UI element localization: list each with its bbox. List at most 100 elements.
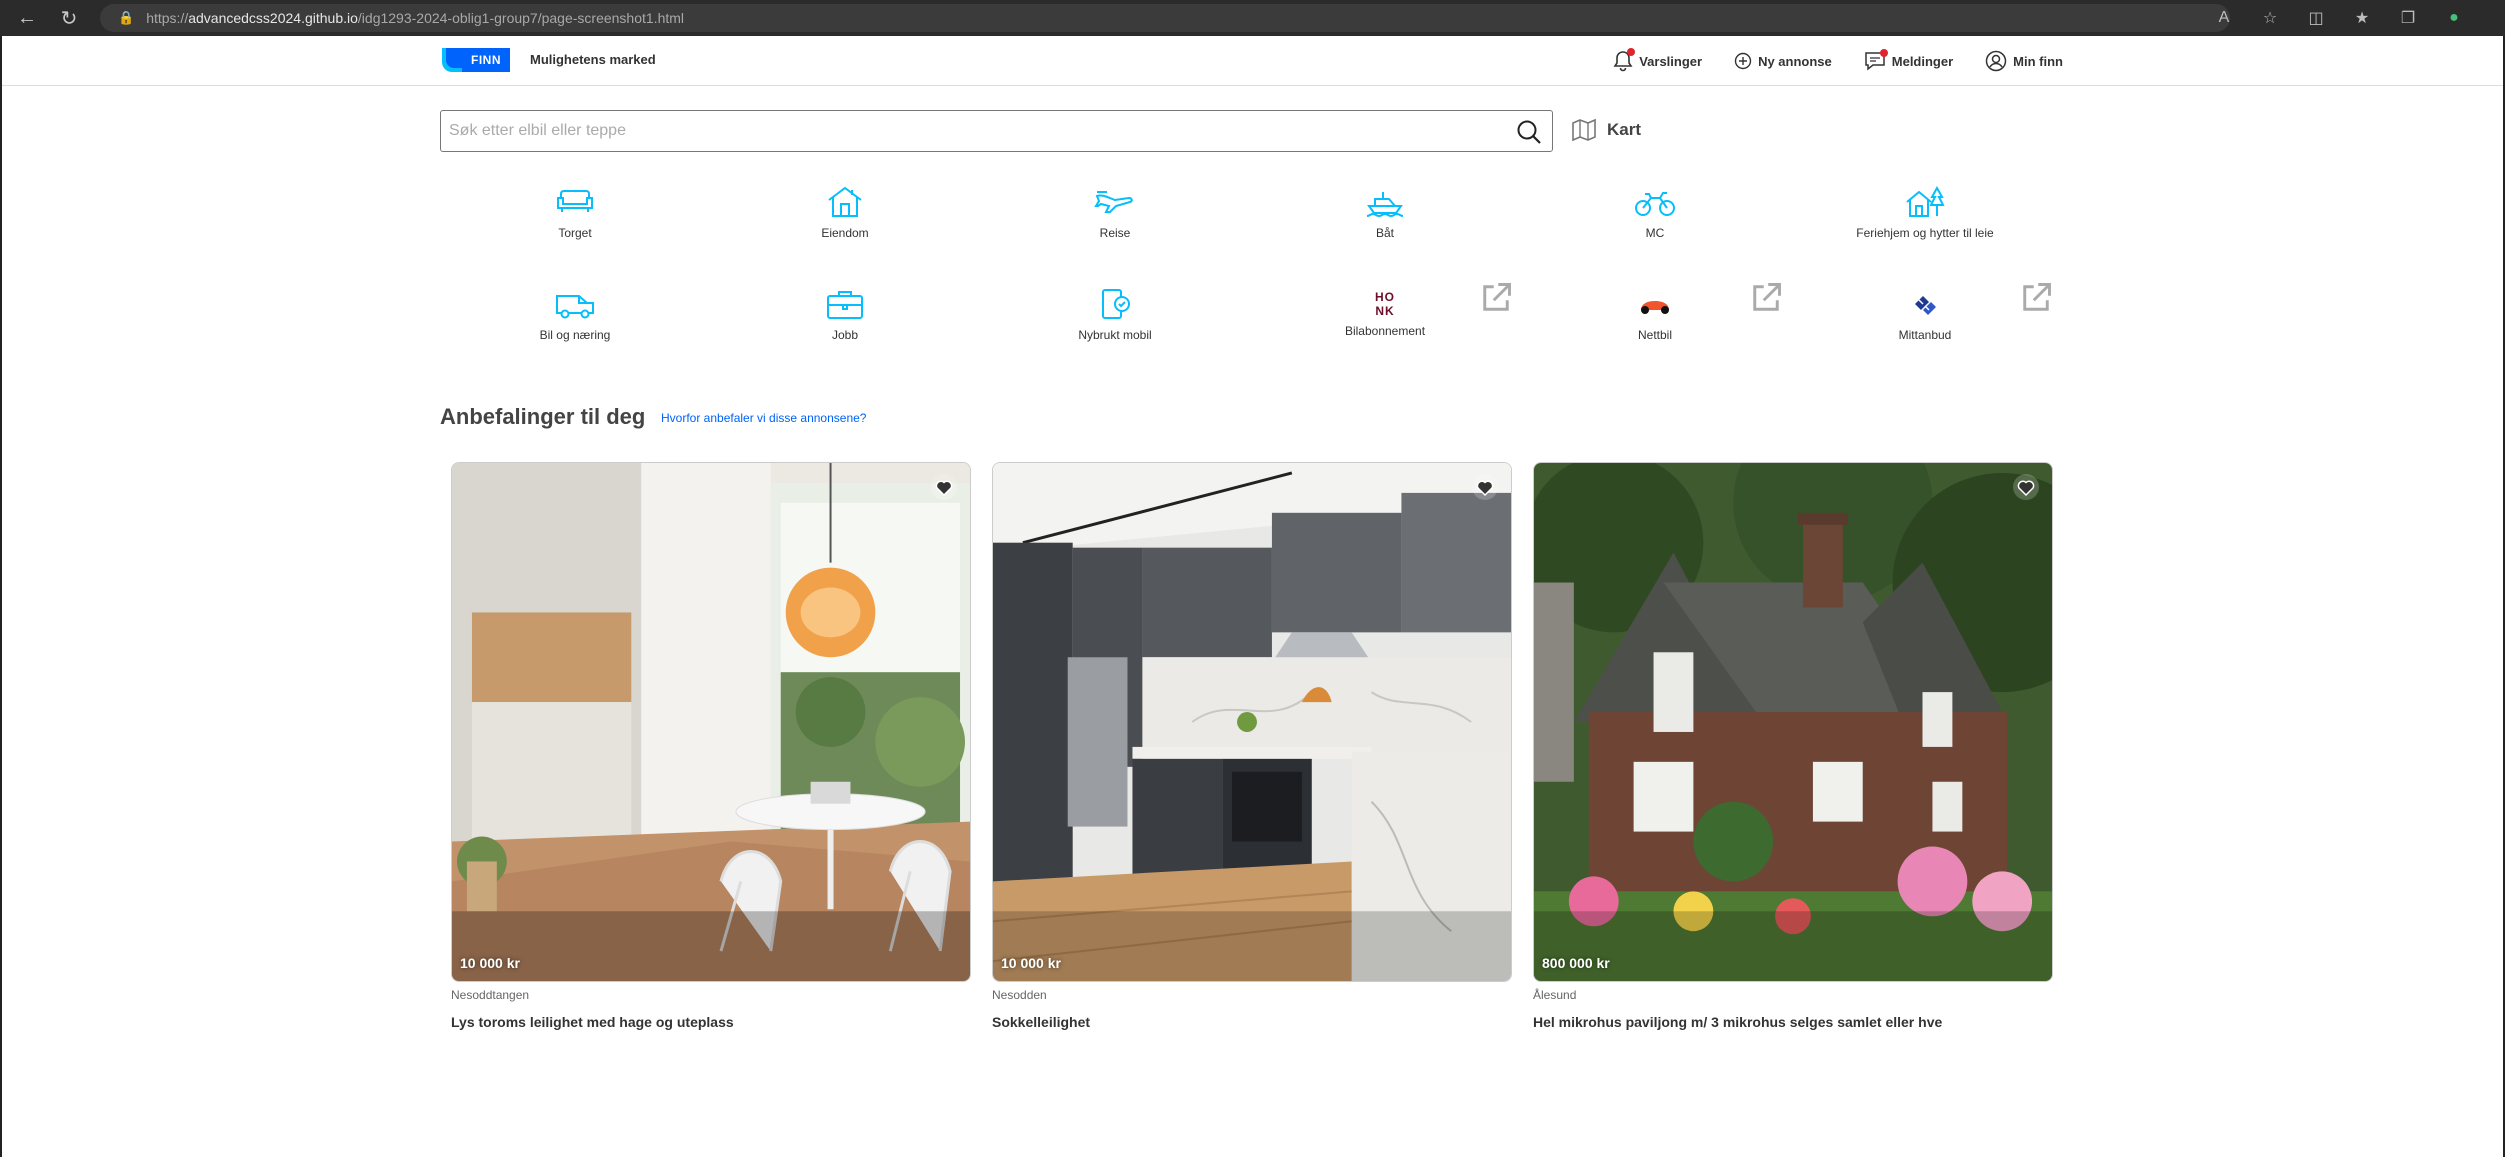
nav-ny-annonse[interactable]: Ny annonse — [1734, 52, 1832, 70]
briefcase-icon — [827, 291, 863, 319]
map-icon — [1572, 118, 1596, 142]
url-text: https://advancedcss2024.github.io/idg129… — [146, 10, 685, 26]
category-mittanbud[interactable]: Mittanbud — [1790, 278, 2060, 358]
notification-dot — [1627, 48, 1636, 56]
category-bat[interactable]: Båt — [1250, 176, 1520, 256]
external-link-icon — [1753, 283, 1781, 311]
ad-title[interactable]: Sokkelleilighet — [992, 1014, 1512, 1030]
search-box — [440, 110, 1553, 152]
category-label: Torget — [558, 226, 592, 240]
chat-icon — [1864, 49, 1888, 71]
map-label: Kart — [1607, 120, 1642, 139]
ad-location: Nesodden — [992, 988, 1047, 1002]
ad-title[interactable]: Hel mikrohus paviljong m/ 3 mikrohus sel… — [1533, 1014, 2053, 1030]
why-recommended-link[interactable]: Hvorfor anbefaler vi disse annonsene? — [661, 411, 866, 425]
category-label: Reise — [1099, 226, 1131, 240]
category-reise[interactable]: Reise — [980, 176, 1250, 256]
recommendation-list: 10 000 kr Nesoddtangen Lys toroms leilig… — [451, 462, 2053, 1030]
plus-circle-icon — [1734, 52, 1752, 70]
category-bil[interactable]: Bil og næring — [440, 278, 710, 358]
finn-logo[interactable]: FINN — [442, 48, 512, 72]
site-header: FINN Mulighetens marked Varslinger Ny an… — [2, 36, 2503, 86]
user-circle-icon — [1985, 50, 2007, 72]
header-nav: Varslinger Ny annonse Meldinger Min finn — [1613, 46, 2063, 76]
category-mc[interactable]: MC — [1520, 176, 1790, 256]
category-label: Feriehjem og hytter til leie — [1856, 226, 1994, 240]
nav-label: Min finn — [2013, 53, 2063, 69]
address-bar[interactable]: 🔒 https://advancedcss2024.github.io/idg1… — [100, 4, 2230, 32]
nav-varslinger[interactable]: Varslinger — [1613, 48, 1703, 72]
plane-icon — [1094, 191, 1133, 213]
category-feriehjem[interactable]: Feriehjem og hytter til leie — [1790, 176, 2060, 256]
motorcycle-icon — [1635, 192, 1675, 216]
recommendations-title: Anbefalinger til deg — [440, 404, 646, 429]
svg-text:NK: NK — [1375, 304, 1394, 318]
ad-price: 10 000 kr — [460, 955, 520, 971]
nav-label: Varslinger — [1639, 53, 1703, 69]
heart-icon[interactable] — [1471, 473, 1499, 501]
sofa-icon — [557, 190, 593, 212]
category-label: Eiendom — [821, 226, 869, 240]
ad-price: 10 000 kr — [1001, 955, 1061, 971]
browser-toolbar: ← ↻ 🔒 https://advancedcss2024.github.io/… — [0, 0, 2505, 36]
category-bilabonnement[interactable]: HO NK Bilabonnement — [1250, 278, 1520, 358]
category-nettbil[interactable]: Nettbil — [1520, 278, 1790, 358]
kitchen-image — [993, 463, 1511, 981]
lock-icon: 🔒 — [118, 10, 135, 25]
bell-icon — [1613, 48, 1636, 72]
category-label: Nettbil — [1637, 328, 1672, 342]
category-label: Nybrukt mobil — [1078, 328, 1152, 342]
category-label: Mittanbud — [1898, 328, 1952, 342]
nav-meldinger[interactable]: Meldinger — [1864, 49, 1954, 71]
ad-location: Ålesund — [1533, 988, 1577, 1002]
category-nybrukt-mobil[interactable]: Nybrukt mobil — [980, 278, 1250, 358]
boat-icon — [1366, 192, 1404, 218]
category-label: Bilabonnement — [1344, 324, 1426, 338]
ad-card[interactable]: 10 000 kr Nesodden Sokkelleilighet — [992, 462, 1512, 1030]
nav-min-finn[interactable]: Min finn — [1985, 50, 2063, 72]
notification-dot — [1879, 49, 1888, 57]
tagline: Mulighetens marked — [530, 52, 656, 67]
search-icon[interactable] — [1516, 119, 1542, 145]
nav-label: Meldinger — [1891, 53, 1954, 69]
ad-image[interactable]: 10 000 kr — [992, 462, 1512, 982]
honk-logo-icon: HONK — [1375, 290, 1395, 318]
search-input[interactable] — [441, 111, 1481, 151]
reload-icon[interactable]: ↻ — [54, 3, 84, 33]
ad-price: 800 000 kr — [1542, 955, 1610, 971]
extension-icon[interactable]: ● — [2443, 7, 2465, 29]
ad-card[interactable]: 800 000 kr Ålesund Hel mikrohus paviljon… — [1533, 462, 2053, 1030]
category-jobb[interactable]: Jobb — [710, 278, 980, 358]
logo-mark-icon — [442, 48, 462, 72]
category-label: MC — [1645, 226, 1665, 240]
category-torget[interactable]: Torget — [440, 176, 710, 256]
van-icon — [556, 295, 594, 319]
collections-icon[interactable]: ❐ — [2397, 7, 2419, 29]
nettbil-logo-icon — [1641, 301, 1669, 314]
apartment-interior-image — [452, 463, 970, 981]
svg-text:HO: HO — [1375, 290, 1395, 304]
heart-icon[interactable] — [2012, 473, 2040, 501]
ad-title[interactable]: Lys toroms leilighet med hage og uteplas… — [451, 1014, 971, 1030]
nav-label: Ny annonse — [1758, 53, 1832, 69]
map-link[interactable]: Kart — [1571, 118, 1641, 142]
category-grid: Torget Eiendom Reise Båt MC Feriehjem og… — [440, 176, 2060, 358]
logo-text: FINN — [462, 48, 510, 72]
house-icon — [828, 186, 862, 217]
ad-card[interactable]: 10 000 kr Nesoddtangen Lys toroms leilig… — [451, 462, 971, 1030]
category-eiendom[interactable]: Eiendom — [710, 176, 980, 256]
external-link-icon — [2023, 283, 2051, 311]
ad-image[interactable]: 10 000 kr — [451, 462, 971, 982]
read-aloud-icon[interactable]: A — [2213, 7, 2235, 29]
back-icon[interactable]: ← — [12, 3, 42, 33]
external-link-icon — [1483, 283, 1511, 311]
page: FINN Mulighetens marked Varslinger Ny an… — [0, 36, 2505, 1157]
category-label: Bil og næring — [539, 328, 611, 342]
favorite-star-icon[interactable]: ☆ — [2259, 7, 2281, 29]
ad-image[interactable]: 800 000 kr — [1533, 462, 2053, 982]
split-screen-icon[interactable]: ◫ — [2305, 7, 2327, 29]
phone-icon — [1102, 289, 1130, 319]
category-label: Båt — [1375, 226, 1394, 240]
favorites-icon[interactable]: ★ — [2351, 7, 2373, 29]
heart-icon[interactable] — [930, 473, 958, 501]
